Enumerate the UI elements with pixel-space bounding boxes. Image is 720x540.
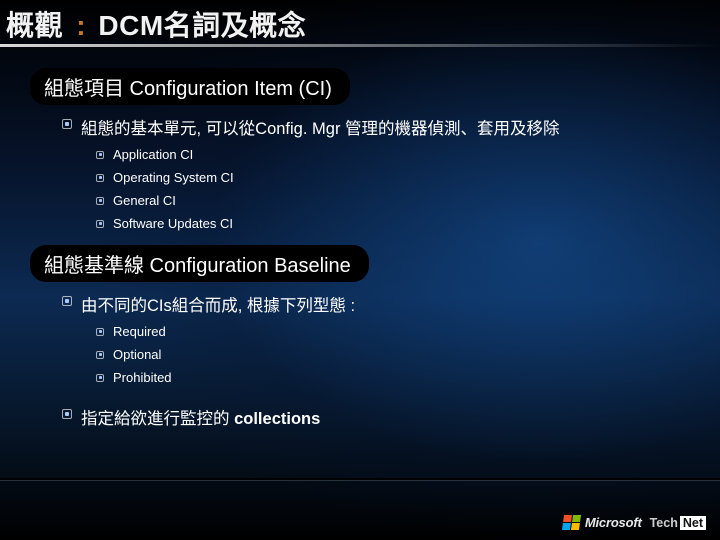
bullet-icon	[96, 351, 104, 359]
ci-lead-line: 組態的基本單元, 可以從Config. Mgr 管理的機器偵測、套用及移除	[62, 115, 720, 139]
section-heading-ci: 組態項目 Configuration Item (CI)	[30, 68, 350, 105]
bullet-icon	[96, 220, 104, 228]
baseline-tail-pre: 指定給欲進行監控的	[81, 410, 234, 428]
baseline-tail-line: 指定給欲進行監控的 collections	[62, 405, 720, 429]
technet-tech: Tech	[650, 516, 678, 530]
ci-item: Software Updates CI	[96, 216, 720, 231]
ci-item: Application CI	[96, 147, 720, 162]
microsoft-wordmark: Microsoft	[585, 515, 642, 530]
baseline-item: Required	[96, 324, 720, 339]
slide-title: 概觀 : DCM名詞及概念	[6, 4, 306, 44]
ci-item: General CI	[96, 193, 720, 208]
bullet-icon	[96, 174, 104, 182]
section-heading-baseline: 組態基準線 Configuration Baseline	[30, 245, 369, 282]
ci-item: Operating System CI	[96, 170, 720, 185]
baseline-item: Optional	[96, 347, 720, 362]
ci-item-text: Operating System CI	[113, 170, 234, 185]
brand-area: Microsoft Tech Net	[563, 515, 706, 530]
title-post: DCM名詞及概念	[98, 10, 306, 41]
bullet-icon	[96, 328, 104, 336]
ci-item-text: Software Updates CI	[113, 216, 233, 231]
title-pre: 概觀	[6, 10, 63, 41]
bullet-icon	[62, 409, 72, 419]
baseline-item: Prohibited	[96, 370, 720, 385]
bullet-icon	[62, 119, 72, 129]
baseline-tail-bold: collections	[234, 410, 320, 428]
baseline-item-text: Prohibited	[113, 370, 172, 385]
bullet-icon	[62, 296, 72, 306]
ci-item-text: General CI	[113, 193, 176, 208]
title-colon: :	[76, 10, 86, 41]
bullet-icon	[96, 151, 104, 159]
footer-rule	[0, 478, 720, 480]
ci-lead-text: 組態的基本單元, 可以從Config. Mgr 管理的機器偵測、套用及移除	[81, 115, 560, 139]
bullet-icon	[96, 374, 104, 382]
baseline-item-text: Required	[113, 324, 166, 339]
baseline-lead-text: 由不同的CIs組合而成, 根據下列型態 :	[81, 292, 355, 316]
technet-logo: Tech Net	[650, 516, 706, 530]
ci-item-text: Application CI	[113, 147, 193, 162]
title-underline	[0, 44, 720, 47]
baseline-lead-line: 由不同的CIs組合而成, 根據下列型態 :	[62, 292, 720, 316]
microsoft-logo-icon	[562, 515, 581, 530]
baseline-item-text: Optional	[113, 347, 161, 362]
bullet-icon	[96, 197, 104, 205]
technet-net: Net	[680, 516, 706, 530]
slide-body: 組態項目 Configuration Item (CI) 組態的基本單元, 可以…	[0, 68, 720, 429]
